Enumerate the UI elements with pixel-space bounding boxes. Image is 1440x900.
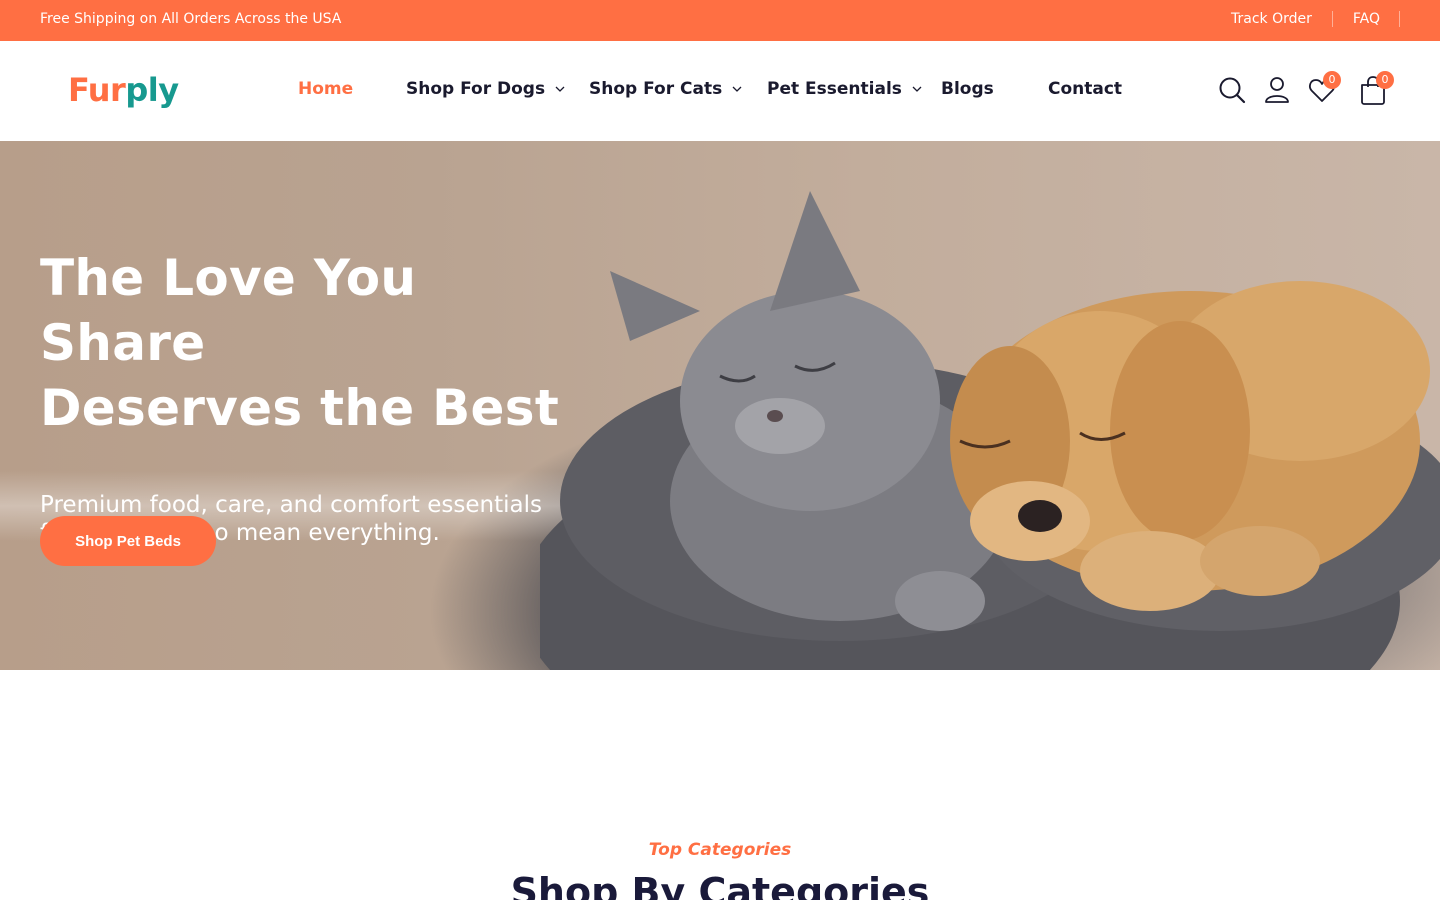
hero-title-line-1: The Love You Share [40, 249, 417, 372]
sleeping-cat-and-puppy-image [540, 191, 1440, 670]
nav-item-pet-essentials[interactable]: Pet Essentials [767, 79, 923, 99]
faq-link[interactable]: FAQ [1353, 11, 1380, 27]
categories-title: Shop By Categories [510, 870, 930, 900]
nav-item-shop-for-cats[interactable]: Shop For Cats [589, 79, 743, 99]
divider [1331, 11, 1333, 27]
nav-label: Shop For Cats [589, 79, 723, 99]
free-shipping-text: Free Shipping on All Orders Across the U… [40, 11, 342, 27]
user-icon[interactable] [1262, 75, 1292, 105]
nav-item-contact[interactable]: Contact [1048, 79, 1122, 99]
logo-part-2: ply [125, 71, 179, 109]
topbar-links: Track Order FAQ [1231, 11, 1400, 27]
hero-title-line-2: Deserves the Best [40, 379, 560, 437]
hero-copy: The Love You Share Deserves the Best Pre… [40, 246, 560, 547]
divider [1399, 11, 1400, 27]
nav-label: Shop For Dogs [406, 79, 546, 99]
furply-logo[interactable]: Furply [68, 70, 179, 110]
nav-label: Pet Essentials [767, 79, 902, 99]
nav-label: Home [298, 79, 354, 99]
cart-count-badge: 0 [1376, 71, 1394, 89]
wishlist-count-badge: 0 [1323, 71, 1341, 89]
announcement-bar: Free Shipping on All Orders Across the U… [0, 0, 1440, 41]
hero-title: The Love You Share Deserves the Best [40, 246, 560, 441]
categories-eyebrow: Top Categories [648, 840, 792, 860]
nav-item-shop-for-dogs[interactable]: Shop For Dogs [406, 79, 566, 99]
chevron-down-icon [555, 86, 565, 92]
nav-label: Contact [1048, 79, 1123, 99]
nav-label: Blogs [941, 79, 994, 99]
shop-pet-beds-button[interactable]: Shop Pet Beds [40, 516, 216, 566]
chevron-down-icon [732, 86, 742, 92]
hero-subtitle-line-1: Premium food, care, and comfort essentia… [40, 492, 542, 518]
nav-item-blogs[interactable]: Blogs [941, 79, 994, 99]
site-header: Furply Home Shop For Dogs Shop For Cats … [0, 41, 1440, 141]
logo-part-1: Fur [68, 71, 126, 109]
chevron-down-icon [912, 86, 922, 92]
hero-banner: The Love You Share Deserves the Best Pre… [0, 141, 1440, 670]
search-icon[interactable] [1217, 75, 1247, 105]
track-order-link[interactable]: Track Order [1231, 11, 1312, 27]
nav-item-home[interactable]: Home [298, 79, 353, 99]
